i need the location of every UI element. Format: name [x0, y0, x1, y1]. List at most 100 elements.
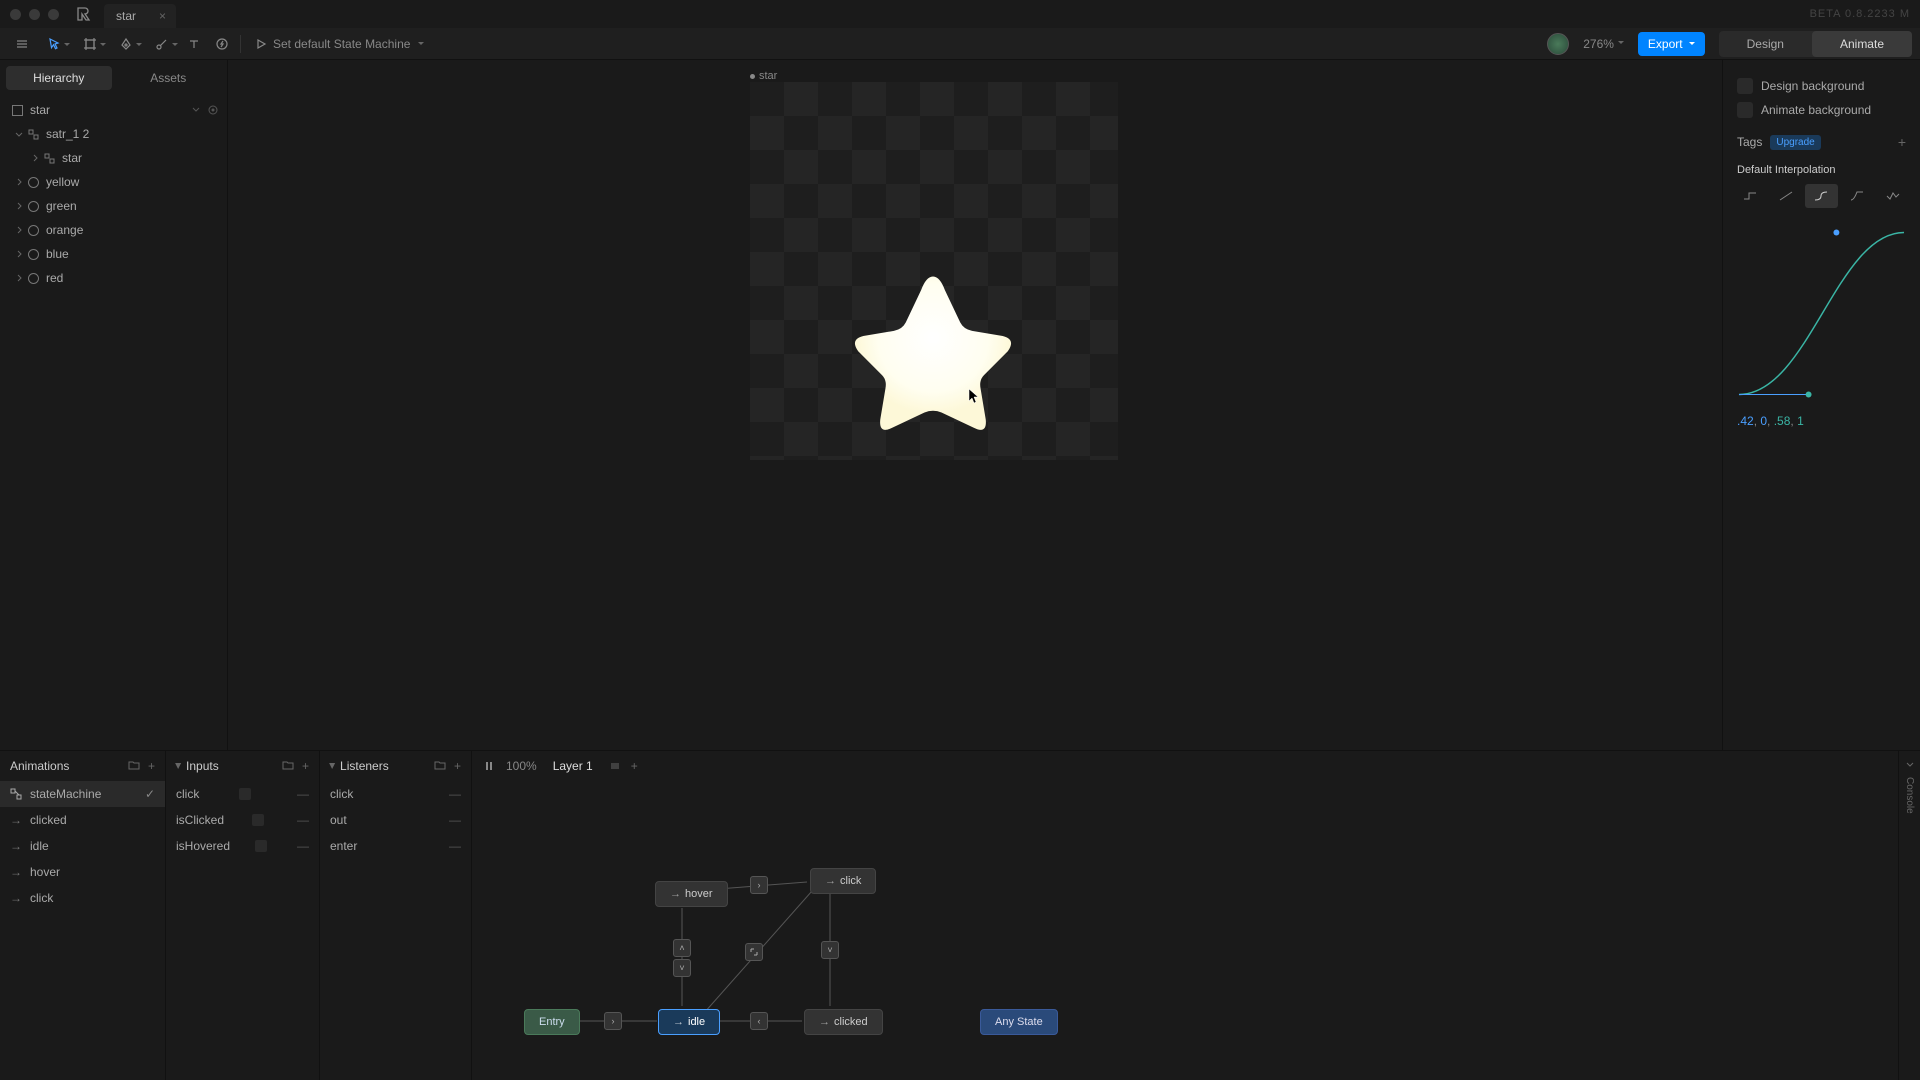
add-animation-icon[interactable]: +	[148, 759, 155, 773]
input-trigger-icon[interactable]	[255, 840, 267, 852]
input-trigger-icon[interactable]	[252, 814, 264, 826]
state-graph[interactable]: 100% Layer 1 + Entry › →idle ‹ →clicked …	[472, 751, 1898, 1080]
folder-icon[interactable]	[128, 759, 140, 771]
target-icon[interactable]	[207, 104, 219, 116]
maximize-window-icon[interactable]	[48, 9, 59, 20]
transition-button[interactable]: ›	[750, 876, 768, 894]
add-tag-icon[interactable]: +	[1898, 134, 1906, 150]
star-shape[interactable]	[848, 268, 1018, 438]
interp-hold-icon[interactable]	[1733, 184, 1767, 208]
chevron-down-icon[interactable]	[191, 104, 201, 114]
interp-custom-icon[interactable]	[1876, 184, 1910, 208]
listener-item[interactable]: enter —	[320, 833, 471, 859]
user-avatar[interactable]	[1547, 33, 1569, 55]
input-item[interactable]: isClicked —	[166, 807, 319, 833]
hierarchy-tab[interactable]: Hierarchy	[6, 66, 112, 90]
transition-button[interactable]	[745, 943, 763, 961]
interp-ease-out-icon[interactable]	[1840, 184, 1874, 208]
chevron-right-icon[interactable]	[30, 153, 40, 163]
pause-icon[interactable]	[482, 759, 496, 773]
animation-item[interactable]: → idle	[0, 833, 165, 859]
animate-mode-tab[interactable]: Animate	[1812, 31, 1912, 57]
color-swatch[interactable]	[1737, 78, 1753, 94]
animation-item[interactable]: → hover	[0, 859, 165, 885]
state-any[interactable]: Any State	[980, 1009, 1058, 1035]
add-input-icon[interactable]: +	[302, 759, 309, 773]
state-entry[interactable]: Entry	[524, 1009, 580, 1035]
hierarchy-item-group[interactable]: star	[0, 146, 227, 170]
collapse-icon[interactable]: ▸	[326, 763, 340, 769]
chevron-right-icon[interactable]	[14, 225, 24, 235]
artboard-tool[interactable]	[72, 30, 108, 58]
layer-tab[interactable]: Layer 1	[547, 757, 599, 775]
tags-label: Tags	[1737, 135, 1762, 149]
assets-tab[interactable]: Assets	[116, 66, 222, 90]
listener-label: click	[330, 787, 353, 801]
hierarchy-item-group[interactable]: satr_1 2	[0, 122, 227, 146]
chevron-right-icon[interactable]	[14, 201, 24, 211]
select-tool[interactable]	[36, 30, 72, 58]
console-tab[interactable]: Console	[1898, 751, 1920, 1080]
transition-button[interactable]: ›	[604, 1012, 622, 1030]
transition-button[interactable]: ‹	[750, 1012, 768, 1030]
zoom-dropdown[interactable]: 276%	[1577, 37, 1630, 51]
upgrade-badge[interactable]: Upgrade	[1770, 135, 1820, 150]
minimize-window-icon[interactable]	[29, 9, 40, 20]
input-item[interactable]: isHovered —	[166, 833, 319, 859]
animation-item[interactable]: → click	[0, 885, 165, 911]
animation-item-statemachine[interactable]: stateMachine ✓	[0, 781, 165, 807]
color-swatch[interactable]	[1737, 102, 1753, 118]
folder-icon[interactable]	[282, 759, 294, 771]
chevron-right-icon[interactable]	[14, 249, 24, 259]
input-item[interactable]: click —	[166, 781, 319, 807]
close-window-icon[interactable]	[10, 9, 21, 20]
collapse-icon[interactable]: ▸	[172, 763, 186, 769]
design-background-row[interactable]: Design background	[1737, 74, 1906, 98]
curve-editor[interactable]	[1737, 220, 1906, 400]
dash-icon: —	[449, 813, 461, 827]
interp-ease-icon[interactable]	[1805, 184, 1839, 208]
design-bg-label: Design background	[1761, 79, 1864, 93]
chevron-down-icon[interactable]	[14, 129, 24, 139]
state-machine-dropdown[interactable]: Set default State Machine	[245, 37, 434, 51]
animation-item[interactable]: → clicked	[0, 807, 165, 833]
pen-tool[interactable]	[108, 30, 144, 58]
lightning-tool[interactable]	[208, 30, 236, 58]
file-tab[interactable]: star ×	[104, 4, 176, 28]
hierarchy-item-shape[interactable]: yellow	[0, 170, 227, 194]
transition-button[interactable]: ˅	[821, 941, 839, 959]
graph-zoom[interactable]: 100%	[506, 759, 537, 773]
hierarchy-item-shape[interactable]: blue	[0, 242, 227, 266]
state-hover[interactable]: →hover	[655, 881, 728, 907]
listener-item[interactable]: out —	[320, 807, 471, 833]
transition-button[interactable]: ˅	[673, 959, 691, 977]
circle-icon	[26, 223, 40, 237]
add-layer-icon[interactable]: +	[631, 759, 638, 773]
layer-menu-icon[interactable]	[609, 760, 621, 772]
text-tool[interactable]	[180, 30, 208, 58]
animate-background-row[interactable]: Animate background	[1737, 98, 1906, 122]
bone-tool[interactable]	[144, 30, 180, 58]
hierarchy-item-shape[interactable]: red	[0, 266, 227, 290]
add-listener-icon[interactable]: +	[454, 759, 461, 773]
hierarchy-item-shape[interactable]: orange	[0, 218, 227, 242]
design-mode-tab[interactable]: Design	[1719, 31, 1812, 57]
state-click[interactable]: →click	[810, 868, 876, 894]
hierarchy-item-artboard[interactable]: star	[0, 98, 227, 122]
input-trigger-icon[interactable]	[239, 788, 251, 800]
artboard-name-label[interactable]: star	[750, 70, 777, 82]
state-idle[interactable]: →idle	[658, 1009, 720, 1035]
menu-icon[interactable]	[8, 30, 36, 58]
hierarchy-item-shape[interactable]: green	[0, 194, 227, 218]
transition-button[interactable]: ˄	[673, 939, 691, 957]
interp-linear-icon[interactable]	[1769, 184, 1803, 208]
export-button[interactable]: Export	[1638, 32, 1705, 56]
listener-item[interactable]: click —	[320, 781, 471, 807]
chevron-down-icon	[1905, 759, 1915, 769]
hierarchy-label: orange	[46, 223, 83, 237]
chevron-right-icon[interactable]	[14, 273, 24, 283]
folder-icon[interactable]	[434, 759, 446, 771]
state-clicked[interactable]: →clicked	[804, 1009, 883, 1035]
chevron-right-icon[interactable]	[14, 177, 24, 187]
close-tab-icon[interactable]: ×	[159, 9, 166, 23]
